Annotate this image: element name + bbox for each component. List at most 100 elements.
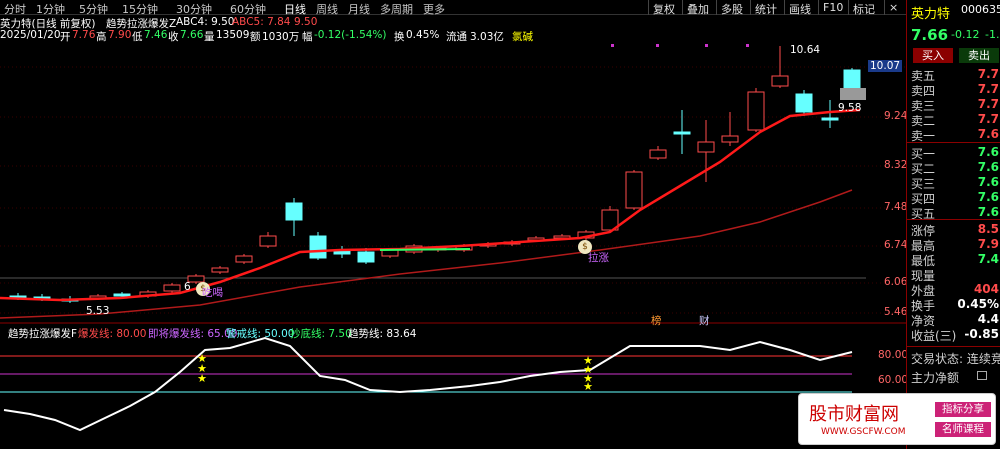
stock-code: 000635	[961, 3, 1000, 16]
price-axis-label: 7.48	[884, 201, 908, 213]
change-label: 幅	[302, 31, 313, 43]
candle-body	[721, 135, 739, 143]
toolbar-button-6[interactable]: 标记	[848, 0, 879, 16]
osc-axis-label: 60.00	[878, 374, 909, 386]
indicator-info-bar: 英力特(日线 前复权) 趋势拉涨爆发Z ABC4: 9.50 ABC5: 7.8…	[0, 16, 906, 30]
row-value: 7.6	[977, 145, 999, 159]
amount-value: 1030万	[262, 31, 300, 43]
candle-body	[285, 202, 303, 221]
period-5[interactable]: 60分钟	[230, 1, 266, 17]
period-9[interactable]: 多周期	[380, 1, 413, 17]
row-value: 7.7	[977, 67, 999, 81]
oscillator-header: 趋势拉涨爆发F 爆发线: 80.00 即将爆发线: 65.00 警戒线: 50.…	[0, 326, 906, 340]
bids-row: 买五 7.6	[907, 205, 1000, 221]
period-toolbar: 分时 1分钟 5分钟 15分钟 30分钟 60分钟 日线 周线 月线 多周期 更多 复权 叠加 多股 统计画…	[0, 0, 906, 17]
price-axis-label: 6.06	[884, 276, 908, 288]
row-value: 7.6	[977, 175, 999, 189]
row-value: 7.6	[977, 205, 999, 219]
last-low-label: 9.58	[838, 102, 862, 114]
ad-brand: 股市财富网	[809, 404, 899, 425]
toolbar-button-5[interactable]: F10	[818, 0, 847, 15]
stock-name: 英力特	[911, 7, 951, 22]
watermark-ad: 股市财富网 WWW.GSCFW.COM 指标分享 名师课程	[798, 393, 996, 445]
sell-button[interactable]: 卖出	[959, 48, 999, 63]
stats-row: 最高 7.9	[907, 237, 1000, 253]
candle-body	[821, 117, 839, 121]
toolbar-button-2[interactable]: 多股	[716, 0, 747, 16]
current-price: 7.66	[911, 26, 949, 44]
price-change: -0.12	[951, 28, 980, 41]
candle-body	[673, 131, 691, 135]
price-axis-label: 9.24	[884, 110, 908, 122]
close-icon[interactable]: ×	[884, 0, 902, 15]
candle-body	[771, 75, 789, 87]
asks-row: 卖三 7.7	[907, 97, 1000, 113]
osc-axis-label: 80.00	[878, 349, 909, 361]
stats-row: 净资 4.4	[907, 312, 1000, 328]
osc-line3-label: 警戒线: 50.00	[226, 328, 295, 340]
price-axis-label: 6.74	[884, 239, 908, 251]
board-label[interactable]: 氯碱	[512, 29, 533, 44]
green-signal-line	[379, 248, 471, 251]
price-axis-label: 5.46	[884, 306, 908, 318]
star-icon: ★	[197, 372, 207, 385]
bids-row: 买二 7.6	[907, 160, 1000, 176]
purple-dot	[705, 44, 708, 47]
candle-body	[235, 255, 253, 263]
ohlc-info-bar: 2025/01/20 开 7.76 高 7.90 低 7.46 收 7.66 量…	[0, 29, 906, 43]
purple-dot	[611, 44, 614, 47]
toolbar-button-3[interactable]: 统计	[750, 0, 781, 16]
candle-body	[163, 284, 181, 292]
date-label: 2025/01/20	[0, 29, 61, 41]
period-3[interactable]: 15分钟	[122, 1, 158, 17]
open-value: 7.76	[72, 29, 96, 41]
candle-body	[747, 91, 765, 131]
row-value: 8.5	[977, 222, 999, 236]
purple-dot	[746, 44, 749, 47]
toolbar-button-0[interactable]: 复权	[648, 0, 679, 16]
period-1[interactable]: 1分钟	[36, 1, 65, 17]
stats-row: 收益(三) -0.85	[907, 327, 1000, 343]
marker1-label: 吃喝	[202, 287, 223, 299]
toolbar-button-1[interactable]: 叠加	[682, 0, 713, 16]
oscillator-title[interactable]: 趋势拉涨爆发F	[8, 326, 77, 341]
buy-button[interactable]: 买入	[913, 48, 953, 63]
low-value: 7.46	[144, 29, 168, 41]
period-2[interactable]: 5分钟	[79, 1, 108, 17]
candle-body	[649, 149, 667, 159]
osc-line1-label: 爆发线: 80.00	[78, 328, 147, 340]
period-4[interactable]: 30分钟	[176, 1, 212, 17]
vol-value: 13509	[216, 29, 250, 41]
trade-status: 交易状态: 连续竞	[911, 352, 1000, 366]
float-label: 流通	[446, 31, 467, 43]
row-value: 7.7	[977, 82, 999, 96]
candle-body	[113, 293, 131, 297]
ad-tag1: 指标分享	[935, 402, 991, 417]
asks-row: 卖五 7.7	[907, 67, 1000, 83]
period-7[interactable]: 周线	[316, 1, 338, 17]
period-6[interactable]: 日线	[284, 1, 306, 17]
stats-row: 外盘 404	[907, 282, 1000, 298]
row-label: 收益(三)	[911, 329, 957, 343]
peak-label: 10.64	[790, 44, 821, 56]
kline-chart[interactable]: ★★★★★★★	[0, 0, 906, 449]
main-net-label: 主力净额	[911, 371, 960, 385]
turnover-value: 0.45%	[406, 29, 440, 41]
period-0[interactable]: 分时	[4, 1, 26, 17]
vol-label: 量	[204, 31, 215, 43]
period-10[interactable]: 更多	[423, 1, 445, 17]
stats-row: 换手 0.45%	[907, 297, 1000, 313]
period-8[interactable]: 月线	[348, 1, 370, 17]
candle-body	[843, 69, 861, 89]
bids-row: 买四 7.6	[907, 190, 1000, 206]
amount-label: 额	[250, 31, 261, 43]
abc4-value: ABC4: 9.50	[176, 16, 235, 28]
toolbar-button-4[interactable]: 画线	[784, 0, 815, 16]
quote-panel: 英力特 000635 7.66 -0.12 -1.5 买入 卖出 卖五7.7卖四…	[906, 0, 1000, 449]
row-value: 4.4	[977, 312, 999, 326]
row-value: 7.6	[977, 190, 999, 204]
close-label: 收	[168, 31, 179, 43]
osc-line2-label: 即将爆发线: 65.00	[148, 328, 238, 340]
expand-icon[interactable]	[977, 371, 987, 380]
stats-row: 最低 7.4	[907, 252, 1000, 268]
